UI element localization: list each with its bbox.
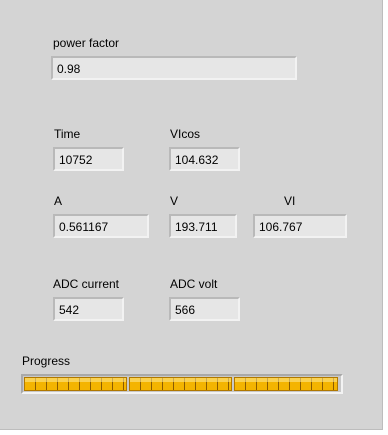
- vi-indicator: 106.767: [253, 214, 347, 238]
- time-value: 10752: [59, 153, 93, 167]
- progress-segment: [234, 377, 338, 391]
- progress-fill: [23, 376, 341, 392]
- time-indicator: 10752: [53, 147, 124, 171]
- adc-current-value: 542: [59, 303, 80, 317]
- adc-volt-indicator: 566: [169, 297, 240, 321]
- progress-bar: [21, 374, 343, 394]
- power-factor-label: power factor: [53, 36, 120, 50]
- a-indicator: 0.561167: [53, 214, 149, 238]
- v-label: V: [170, 194, 179, 208]
- power-factor-value: 0.98: [57, 62, 81, 76]
- adc-volt-label: ADC volt: [170, 277, 218, 291]
- vicos-label: VIcos: [170, 127, 201, 141]
- progress-segment: [129, 377, 232, 391]
- adc-current-indicator: 542: [53, 297, 124, 321]
- adc-volt-value: 566: [175, 303, 196, 317]
- v-value: 193.711: [175, 220, 218, 234]
- vi-value: 106.767: [259, 220, 303, 234]
- a-label: A: [54, 194, 63, 208]
- vicos-value: 104.632: [175, 153, 219, 167]
- a-value: 0.561167: [59, 220, 109, 234]
- front-panel: power factor 0.98 Time 10752 VIcos 104.6…: [0, 0, 383, 430]
- v-indicator: 193.711: [169, 214, 237, 238]
- time-label: Time: [54, 127, 81, 141]
- power-factor-indicator: 0.98: [51, 56, 297, 80]
- progress-segment: [24, 377, 127, 391]
- progress-label: Progress: [22, 354, 71, 368]
- vicos-indicator: 104.632: [169, 147, 240, 171]
- adc-current-label: ADC current: [53, 277, 120, 291]
- vi-label: VI: [284, 194, 296, 208]
